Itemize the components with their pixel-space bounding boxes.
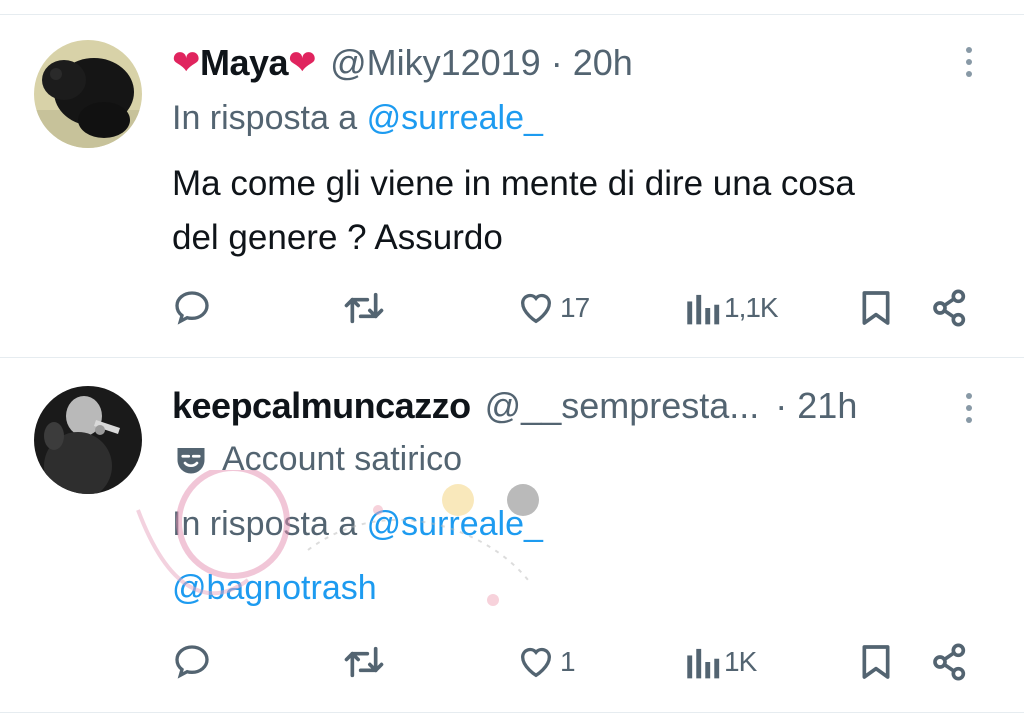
- like-button[interactable]: 1: [516, 642, 576, 682]
- share-button[interactable]: [930, 288, 970, 328]
- like-icon: [520, 647, 552, 678]
- tweet-text-line: Ma come gli viene in mente di dire una c…: [172, 164, 855, 203]
- like-count: 1: [560, 646, 576, 677]
- top-divider: [0, 14, 1024, 15]
- like-button[interactable]: 17: [516, 288, 590, 328]
- mention-link[interactable]: @bagnotrash: [172, 569, 377, 608]
- display-name[interactable]: keepcalmuncazzo: [172, 385, 471, 427]
- user-handle[interactable]: @Miky12019: [330, 42, 541, 84]
- reply-button[interactable]: [172, 288, 212, 328]
- satire-mask-icon: [177, 447, 205, 473]
- display-name[interactable]: ❤ Maya ❤: [172, 42, 317, 84]
- avatar[interactable]: [34, 40, 142, 148]
- retweet-button[interactable]: [342, 642, 386, 682]
- retweet-button[interactable]: [342, 288, 386, 328]
- more-icon[interactable]: [958, 388, 980, 428]
- avatar[interactable]: [34, 386, 142, 494]
- more-icon[interactable]: [958, 42, 980, 82]
- tweet-header: keepcalmuncazzo @__sempresta... · 21h: [172, 384, 857, 428]
- views-button[interactable]: 1K: [684, 642, 757, 682]
- timestamp[interactable]: · 20h: [551, 42, 633, 84]
- retweet-icon: [344, 292, 384, 324]
- views-icon: [687, 648, 720, 679]
- tweet-header: ❤ Maya ❤ @Miky12019 · 20h: [172, 41, 633, 85]
- account-label-text: Account satirico: [222, 440, 462, 478]
- views-count: 1K: [724, 646, 757, 677]
- views-button[interactable]: 1,1K: [684, 288, 779, 328]
- reply-button[interactable]: [172, 642, 212, 682]
- bookmark-icon: [862, 645, 890, 679]
- heart-emoji-icon: ❤: [172, 44, 201, 82]
- retweet-icon: [344, 646, 384, 678]
- reply-to-link[interactable]: @surreale_: [367, 505, 543, 543]
- bookmark-icon: [862, 291, 890, 325]
- reply-prefix: In risposta a: [172, 99, 358, 137]
- views-icon: [687, 294, 720, 325]
- heart-emoji-icon: ❤: [288, 44, 317, 82]
- share-icon: [933, 289, 966, 327]
- share-icon: [933, 643, 966, 681]
- tweet-text: Ma come gli viene in mente di dire una c…: [172, 157, 992, 265]
- reply-icon: [175, 645, 209, 679]
- timestamp[interactable]: · 21h: [775, 385, 857, 427]
- user-handle[interactable]: @__sempresta...: [485, 385, 760, 427]
- views-count: 1,1K: [724, 292, 779, 323]
- display-name-text: Maya: [200, 42, 289, 83]
- like-count: 17: [560, 292, 590, 323]
- reply-context: In risposta a @surreale_: [172, 505, 543, 544]
- reply-prefix: In risposta a: [172, 505, 358, 543]
- tweet-text-line: del genere ? Assurdo: [172, 218, 503, 257]
- bookmark-button[interactable]: [856, 642, 896, 682]
- reply-icon: [175, 291, 209, 325]
- bottom-divider: [0, 712, 1024, 713]
- share-button[interactable]: [930, 642, 970, 682]
- like-icon: [520, 293, 552, 324]
- account-label: Account satirico: [172, 440, 462, 479]
- reply-context: In risposta a @surreale_: [172, 99, 543, 138]
- reply-to-link[interactable]: @surreale_: [367, 99, 543, 137]
- tweet-divider: [0, 357, 1024, 358]
- bookmark-button[interactable]: [856, 288, 896, 328]
